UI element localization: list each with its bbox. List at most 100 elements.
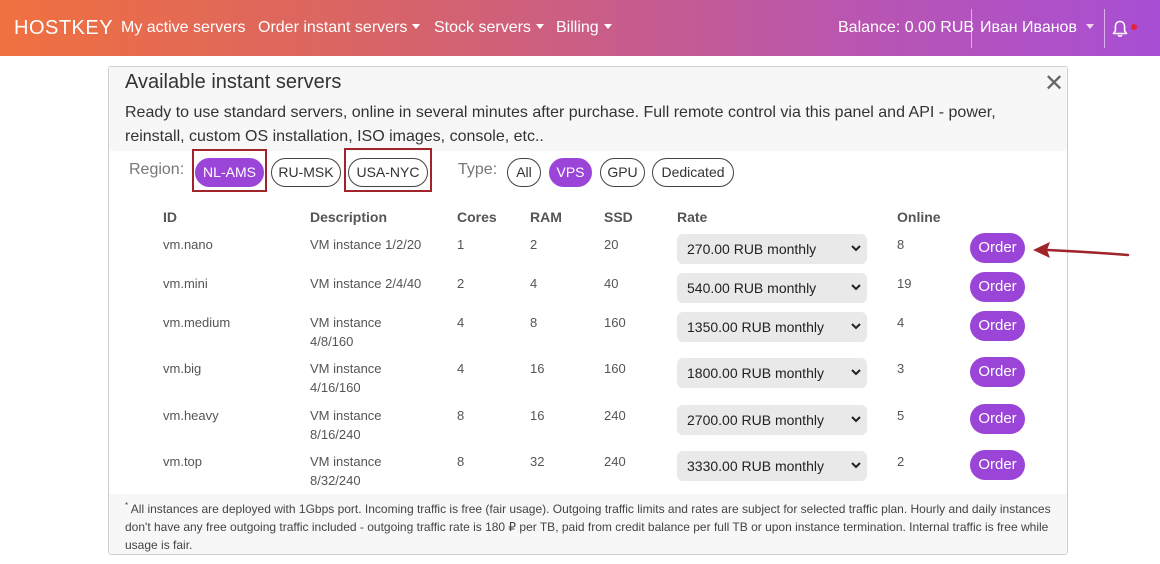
rate-select[interactable]: 1800.00 RUB monthly (677, 358, 867, 388)
nav-order-instant-servers[interactable]: Order instant servers (258, 19, 421, 37)
column-header-id: ID (163, 209, 177, 225)
caret-down-icon (535, 24, 544, 29)
description-line: 4/8/160 (310, 334, 354, 349)
description-line: 8/16/240 (310, 427, 361, 442)
nav-my-active-servers[interactable]: My active servers (121, 19, 245, 37)
footnote: * All instances are deployed with 1Gbps … (109, 494, 1067, 554)
chevron-down-icon (851, 416, 861, 423)
cell-id: vm.top (163, 454, 203, 469)
notification-dot (1131, 24, 1137, 30)
cell-ram: 16 (530, 361, 545, 376)
rate-select-value: 1350.00 RUB monthly (687, 319, 824, 335)
user-menu[interactable]: Иван Иванов (980, 19, 1094, 37)
region-label: Region: (129, 161, 185, 178)
description-line: VM instance (310, 315, 382, 330)
description-line: 4/16/160 (310, 380, 361, 395)
instant-servers-panel: Available instant servers ✕ Ready to use… (108, 66, 1068, 555)
cell-cores: 4 (457, 361, 465, 376)
rate-select-value: 540.00 RUB monthly (687, 280, 817, 296)
rate-select[interactable]: 270.00 RUB monthly (677, 234, 867, 264)
cell-cores: 8 (457, 454, 465, 469)
cell-online: 8 (897, 237, 905, 252)
rate-select[interactable]: 3330.00 RUB monthly (677, 451, 867, 481)
order-button[interactable]: Order (970, 357, 1025, 387)
cell-ram: 2 (530, 237, 538, 252)
cell-id: vm.nano (163, 237, 213, 252)
order-button[interactable]: Order (970, 233, 1025, 263)
order-button[interactable]: Order (970, 311, 1025, 341)
nav-stock-servers[interactable]: Stock servers (434, 19, 544, 37)
bell-icon[interactable] (1112, 20, 1128, 38)
cell-ram: 16 (530, 408, 545, 423)
brand-logo[interactable]: HOSTKEY (14, 17, 113, 40)
region-ru-msk[interactable]: RU-MSK (271, 158, 341, 187)
order-button[interactable]: Order (970, 450, 1025, 480)
description-line: VM instance (310, 361, 382, 376)
nav-my-active-servers-label: My active servers (121, 19, 246, 36)
annotation-arrow-icon (1033, 242, 1130, 258)
nav-divider (1104, 9, 1105, 48)
type-all[interactable]: All (507, 158, 541, 187)
order-button[interactable]: Order (970, 272, 1025, 302)
cell-online: 3 (897, 361, 905, 376)
cell-id: vm.mini (163, 276, 208, 291)
cell-ram: 8 (530, 315, 538, 330)
type-gpu[interactable]: GPU (600, 158, 645, 187)
close-icon[interactable]: ✕ (1044, 69, 1064, 98)
cell-ssd: 240 (604, 408, 626, 423)
cell-cores: 2 (457, 276, 465, 291)
cell-description: VM instance 8/16/240 (310, 406, 382, 444)
nav-billing-label: Billing (556, 19, 599, 36)
cell-description: VM instance 4/16/160 (310, 359, 382, 397)
chevron-down-icon (851, 369, 861, 376)
description-line: 8/32/240 (310, 473, 361, 488)
cell-cores: 4 (457, 315, 465, 330)
panel-description: Ready to use standard servers, online in… (125, 104, 996, 145)
footnote-mark: * (125, 501, 129, 510)
rate-select-value: 2700.00 RUB monthly (687, 412, 824, 428)
rate-select[interactable]: 1350.00 RUB monthly (677, 312, 867, 342)
cell-ssd: 40 (604, 276, 619, 291)
chevron-down-icon (851, 462, 861, 469)
cell-ssd: 160 (604, 361, 626, 376)
region-usa-nyc[interactable]: USA-NYC (348, 158, 428, 187)
cell-id: vm.big (163, 361, 202, 376)
cell-cores: 1 (457, 237, 465, 252)
cell-description: VM instance 8/32/240 (310, 452, 382, 490)
cell-online: 4 (897, 315, 905, 330)
cell-online: 5 (897, 408, 905, 423)
chevron-down-icon (851, 284, 861, 291)
type-label: Type: (458, 161, 498, 178)
balance-display[interactable]: Balance: 0.00 RUB (838, 19, 974, 37)
caret-down-icon (603, 24, 612, 29)
panel-title: Available instant servers (125, 71, 342, 93)
type-vps[interactable]: VPS (549, 158, 592, 187)
caret-down-icon (1085, 24, 1094, 29)
order-button[interactable]: Order (970, 404, 1025, 434)
cell-description: VM instance 2/4/40 (310, 274, 421, 293)
column-header-ram: RAM (530, 209, 562, 225)
column-header-online: Online (897, 209, 941, 225)
cell-ssd: 160 (604, 315, 626, 330)
description-line: VM instance (310, 454, 382, 469)
cell-description: VM instance 4/8/160 (310, 313, 382, 351)
description-line: VM instance 2/4/40 (310, 276, 422, 291)
cell-description: VM instance 1/2/20 (310, 235, 421, 254)
rate-select-value: 3330.00 RUB monthly (687, 458, 824, 474)
cell-id: vm.heavy (163, 408, 219, 423)
cell-ram: 32 (530, 454, 545, 469)
footnote-text: All instances are deployed with 1Gbps po… (125, 502, 1051, 552)
region-nl-ams[interactable]: NL-AMS (195, 158, 264, 187)
column-header-description: Description (310, 209, 388, 225)
chevron-down-icon (851, 323, 861, 330)
rate-select[interactable]: 2700.00 RUB monthly (677, 405, 867, 435)
caret-down-icon (412, 24, 421, 29)
column-header-ssd: SSD (604, 209, 633, 225)
nav-billing[interactable]: Billing (556, 19, 612, 37)
nav-divider (971, 9, 972, 48)
column-header-cores: Cores (457, 209, 497, 225)
type-dedicated[interactable]: Dedicated (652, 158, 734, 187)
column-header-rate: Rate (677, 209, 708, 225)
rate-select[interactable]: 540.00 RUB monthly (677, 273, 867, 303)
cell-cores: 8 (457, 408, 465, 423)
